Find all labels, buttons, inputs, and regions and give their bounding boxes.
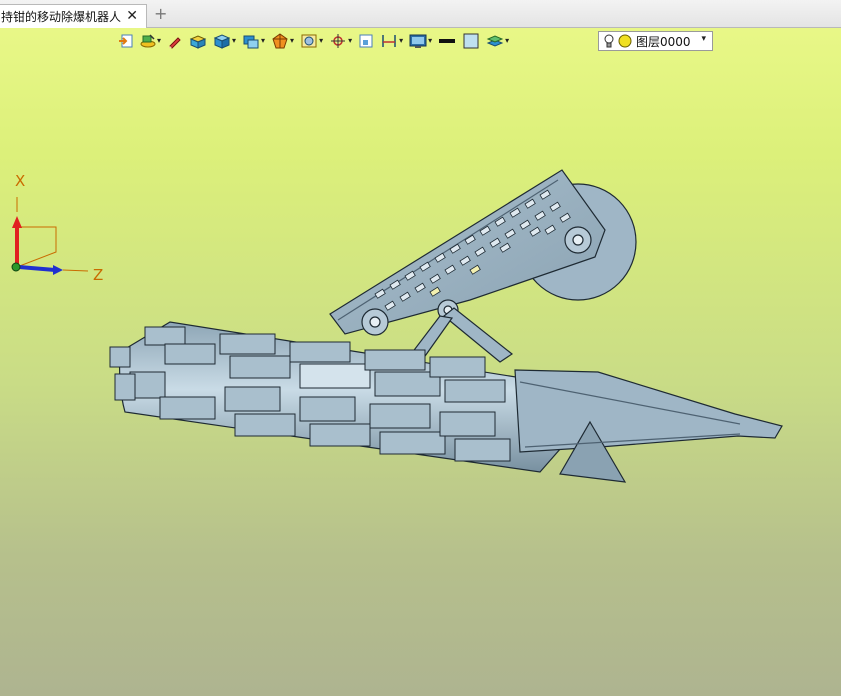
exit-sketch-button[interactable]	[118, 30, 134, 52]
view-orient-button[interactable]: ▾	[300, 30, 323, 52]
document-tab[interactable]: 持钳的移动除爆机器人] ✕	[0, 4, 147, 28]
solid-box-button[interactable]: ▾	[213, 30, 236, 52]
document-tab-label: 持钳的移动除爆机器人]	[1, 10, 121, 24]
pencil-button[interactable]	[167, 30, 183, 52]
new-tab-icon[interactable]: +	[154, 6, 167, 22]
layers-edit-icon	[140, 34, 156, 48]
shaded-box-button[interactable]: ▾	[242, 30, 265, 52]
layer-select[interactable]: 图层0000 ▾	[598, 31, 713, 51]
fill-color-button[interactable]	[462, 30, 480, 52]
view-orient-icon	[301, 34, 317, 48]
dropdown-arrow-icon: ▾	[505, 36, 510, 45]
robot-body	[109, 321, 783, 483]
zoom-fit-button[interactable]	[358, 30, 374, 52]
layer-name: 图层0000	[636, 34, 691, 49]
display-icon	[409, 34, 427, 48]
tab-bar: 持钳的移动除爆机器人] ✕ +	[0, 0, 841, 28]
pencil-icon	[169, 37, 181, 49]
model-viewport[interactable]: X Z	[0, 52, 841, 696]
layer-color-icon[interactable]	[618, 34, 632, 48]
layer-dropdown-icon[interactable]: ▾	[701, 34, 706, 44]
dropdown-arrow-icon: ▾	[348, 36, 353, 45]
line-style-button[interactable]	[438, 30, 456, 52]
dropdown-arrow-icon: ▾	[399, 36, 404, 45]
dropdown-arrow-icon: ▾	[261, 36, 266, 45]
layer-stack-button[interactable]: ▾	[486, 30, 509, 52]
z-axis-arrow	[18, 265, 56, 272]
dropdown-arrow-icon: ▾	[319, 36, 324, 45]
render-style-button[interactable]: ▾	[271, 30, 294, 52]
close-tab-icon[interactable]: ✕	[126, 8, 138, 24]
display-button[interactable]: ▾	[409, 30, 432, 52]
layers-edit-button[interactable]: ▾	[140, 30, 161, 52]
line-style-icon	[439, 39, 456, 43]
paint-box-button[interactable]	[189, 30, 207, 52]
fill-color-icon	[463, 33, 479, 49]
paint-box-icon	[189, 35, 207, 49]
dimension-button[interactable]: ▾	[380, 30, 403, 52]
model-scene	[11, 169, 783, 483]
layer-stack-icon	[486, 35, 504, 47]
render-style-icon	[272, 33, 288, 49]
view-toolbar: ▾ ▾ ▾ ▾ ▾ ▾ ▾ ▾ ▾	[118, 30, 515, 52]
dropdown-arrow-icon: ▾	[232, 36, 237, 45]
manipulator-arm	[329, 169, 637, 367]
snap-icon	[331, 34, 346, 48]
dropdown-arrow-icon: ▾	[157, 36, 162, 45]
exit-sketch-icon	[119, 34, 133, 48]
dropdown-arrow-icon: ▾	[290, 36, 295, 45]
dropdown-arrow-icon: ▾	[428, 36, 433, 45]
axis-triad	[11, 197, 89, 275]
solid-box-icon	[213, 34, 231, 49]
shaded-box-icon	[243, 35, 259, 49]
dimension-icon	[382, 35, 396, 47]
zoom-fit-icon	[359, 34, 373, 48]
snap-button[interactable]: ▾	[329, 30, 352, 52]
lightbulb-icon[interactable]	[603, 33, 615, 49]
